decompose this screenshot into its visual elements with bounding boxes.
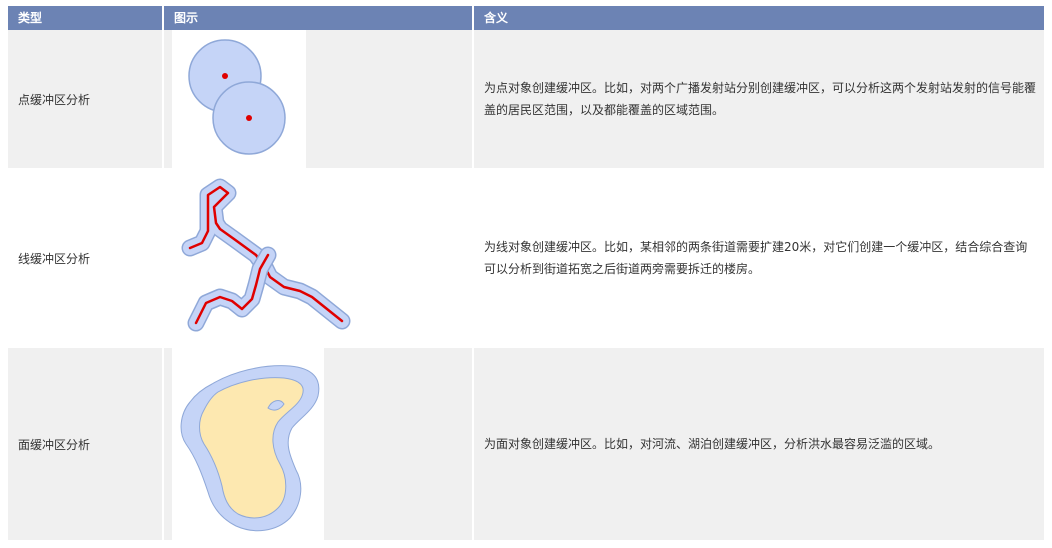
row-figure-point	[164, 30, 474, 168]
point-buffer-figure	[172, 30, 306, 168]
table-header: 类型 图示 含义	[8, 6, 1044, 30]
point-feature	[222, 73, 228, 79]
header-type: 类型	[8, 6, 164, 30]
line-buffer-fill	[189, 248, 275, 330]
header-figure: 图示	[164, 6, 474, 30]
polygon-buffer-figure	[172, 348, 324, 540]
row-figure-polygon	[164, 348, 474, 540]
point-feature	[246, 115, 252, 121]
row-meaning-polygon: 为面对象创建缓冲区。比如，对河流、湖泊创建缓冲区，分析洪水最容易泛滥的区域。	[474, 348, 1044, 540]
row-type-polygon: 面缓冲区分析	[8, 348, 164, 540]
row-meaning-point: 为点对象创建缓冲区。比如，对两个广播发射站分别创建缓冲区，可以分析这两个发射站发…	[474, 30, 1044, 168]
row-meaning-line: 为线对象创建缓冲区。比如，某相邻的两条街道需要扩建20米，对它们创建一个缓冲区，…	[474, 170, 1044, 346]
header-meaning: 含义	[474, 6, 1044, 30]
row-figure-line	[164, 170, 474, 346]
row-type-point: 点缓冲区分析	[8, 30, 164, 168]
table-row: 点缓冲区分析 为点对象创建缓冲区。比如，对两个广播发射站分别创建缓冲区，可以分析…	[8, 30, 1044, 170]
line-buffer-figure	[181, 178, 351, 332]
buffer-analysis-table: 类型 图示 含义 点缓冲区分析 为点对象创建缓冲区。比如，对两个广播发射站分别创…	[8, 6, 1044, 542]
row-type-line: 线缓冲区分析	[8, 170, 164, 346]
table-row: 线缓冲区分析 为线对象创建缓冲区。比如，某相邻的两条街道需要扩建20米，对它们创…	[8, 170, 1044, 348]
table-row: 面缓冲区分析 为面对象创建缓冲区。比如，对河流、湖泊创建缓冲区，分析洪水最容易泛…	[8, 348, 1044, 542]
